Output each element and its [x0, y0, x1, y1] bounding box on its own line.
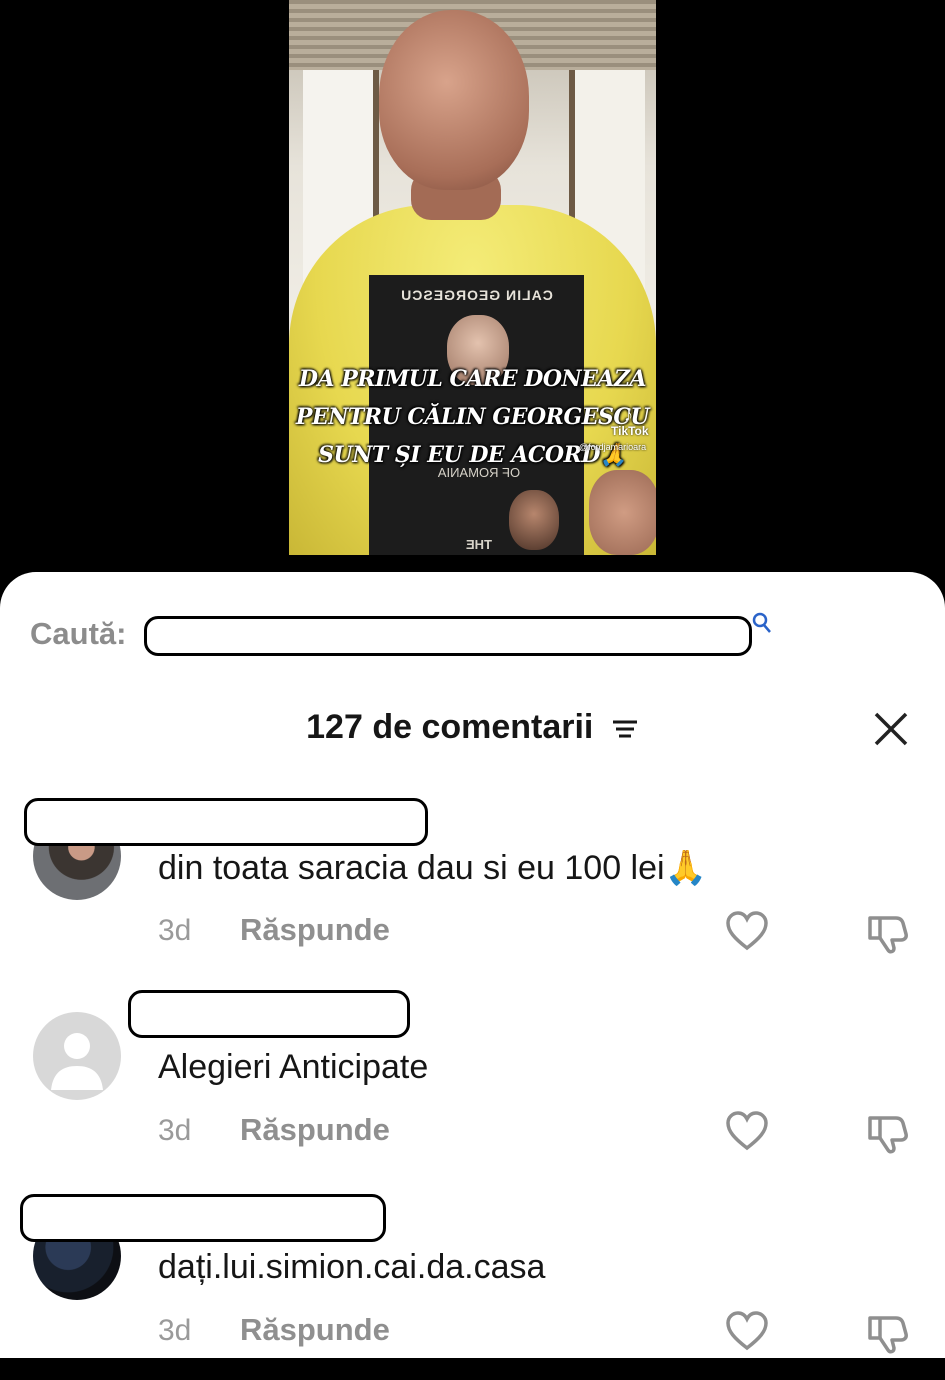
comment-age: 3d: [158, 1114, 192, 1147]
username-redacted[interactable]: [20, 1194, 386, 1242]
reply-button[interactable]: Răspunde: [240, 1312, 390, 1348]
default-avatar-icon: [51, 1033, 103, 1090]
search-label: Caută:: [30, 616, 127, 651]
comments-count-row: 127 de comentarii: [0, 708, 945, 747]
hand: [589, 470, 656, 555]
comments-header: 127 de comentarii: [0, 700, 945, 760]
search-icon[interactable]: [752, 612, 772, 634]
video-caption-overlay: DA PRIMUL CARE DONEAZA PENTRU CĂLIN GEOR…: [289, 360, 656, 474]
comment-age: 3d: [158, 1314, 192, 1347]
avatar[interactable]: [33, 1012, 121, 1100]
comment-text: dați.lui.simion.cai.da.casa: [158, 1248, 546, 1286]
comment-item: Alegieri Anticipate 3d Răspunde: [0, 990, 945, 1180]
heart-icon[interactable]: [724, 1110, 770, 1152]
tiktok-watermark: TikTok: [611, 424, 649, 438]
comment-age: 3d: [158, 914, 192, 947]
video-frame[interactable]: CALIN GEORGESCU OF ROMANIA THE DA PRIMUL…: [289, 0, 656, 555]
caption-line-2: PENTRU CĂLIN GEORGESCU: [295, 404, 650, 430]
heart-icon[interactable]: [724, 1310, 770, 1352]
username-redacted[interactable]: [128, 990, 410, 1038]
person-head: [379, 10, 529, 190]
close-icon[interactable]: [868, 706, 914, 752]
comment-text: din toata saracia dau si eu 100 lei🙏: [158, 849, 707, 887]
sort-icon[interactable]: [611, 717, 639, 741]
reply-button[interactable]: Răspunde: [240, 912, 390, 948]
comments-count: 127 de comentarii: [306, 708, 594, 746]
video-player[interactable]: CALIN GEORGESCU OF ROMANIA THE DA PRIMUL…: [0, 0, 945, 600]
comment-item: dați.lui.simion.cai.da.casa 3d Răspunde: [0, 1190, 945, 1380]
search-bar: Caută:: [30, 612, 790, 662]
shirt-print-bottom: THE: [466, 537, 492, 552]
reply-button[interactable]: Răspunde: [240, 1112, 390, 1148]
dislike-icon[interactable]: [866, 910, 912, 954]
comment-text: Alegieri Anticipate: [158, 1048, 429, 1086]
tiktok-watermark-user: @fordjamarioara: [579, 442, 647, 452]
search-input[interactable]: [144, 616, 752, 656]
caption-line-1: DA PRIMUL CARE DONEAZA: [298, 366, 647, 392]
dislike-icon[interactable]: [866, 1110, 912, 1154]
shirt-print-title: CALIN GEORGESCU: [400, 287, 553, 303]
tiktok-logo-icon: ♪: [624, 405, 633, 425]
heart-icon[interactable]: [724, 910, 770, 952]
comment-item: din toata saracia dau si eu 100 lei🙏 3d …: [0, 790, 945, 980]
username-redacted[interactable]: [24, 798, 428, 846]
dislike-icon[interactable]: [866, 1310, 912, 1354]
